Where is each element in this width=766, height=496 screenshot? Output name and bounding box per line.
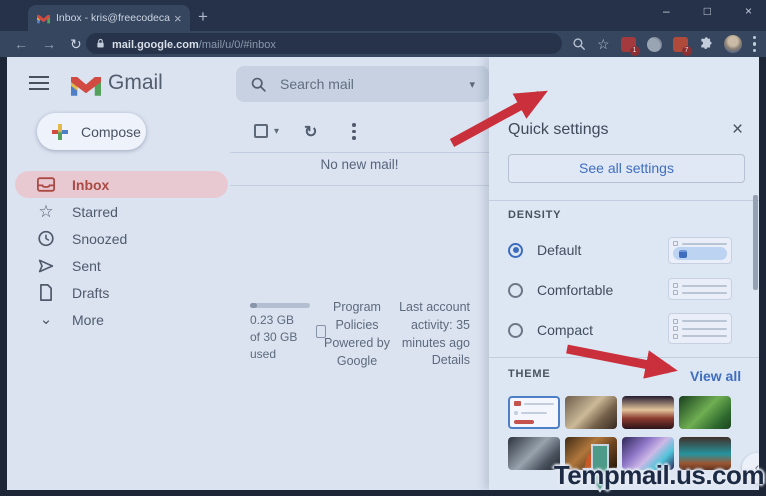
sidebar-item-inbox[interactable]: Inbox bbox=[15, 171, 228, 198]
sidebar-item-more[interactable]: ⌄ More bbox=[15, 306, 228, 333]
maximize-button[interactable]: □ bbox=[704, 4, 711, 18]
compose-button[interactable]: Compose bbox=[37, 113, 146, 150]
gmail-favicon bbox=[37, 13, 50, 24]
browser-menu-icon[interactable] bbox=[753, 36, 757, 53]
extension-icon-3[interactable]: 7 bbox=[673, 37, 688, 52]
refresh-icon[interactable]: ↻ bbox=[304, 122, 317, 142]
density-section-label: DENSITY bbox=[508, 209, 561, 221]
gmail-logo-icon bbox=[71, 73, 101, 96]
back-button[interactable]: ← bbox=[14, 36, 28, 52]
divider bbox=[230, 152, 489, 153]
compose-label: Compose bbox=[81, 124, 141, 140]
minimize-button[interactable]: – bbox=[663, 4, 670, 18]
sidebar-item-sent[interactable]: Sent bbox=[15, 252, 228, 279]
compose-plus-icon bbox=[52, 124, 68, 140]
chevron-down-icon: ⌄ bbox=[37, 315, 55, 325]
program-policies-links[interactable]: Program Policies Powered by Google bbox=[313, 298, 401, 370]
url-path: /mail/u/0/#inbox bbox=[199, 39, 276, 51]
divider bbox=[489, 200, 759, 201]
sidebar-item-drafts[interactable]: Drafts bbox=[15, 279, 228, 306]
gmail-page: Gmail Search mail ▾ ? Google bbox=[7, 57, 759, 490]
radio-default[interactable] bbox=[508, 243, 523, 258]
tab-title: Inbox - kris@freecodecamp.org - fre bbox=[56, 12, 170, 24]
radio-compact[interactable] bbox=[508, 323, 523, 338]
extension-badge: 1 bbox=[630, 46, 640, 56]
tab-close-icon[interactable]: × bbox=[174, 11, 182, 26]
star-icon: ☆ bbox=[37, 202, 55, 222]
select-caret-icon[interactable]: ▾ bbox=[274, 126, 279, 137]
extension-icon-2[interactable] bbox=[647, 37, 662, 52]
activity-details-link[interactable]: Details bbox=[392, 353, 470, 367]
theme-thumb-sunset[interactable] bbox=[622, 396, 674, 429]
theme-thumb-chess[interactable] bbox=[565, 396, 617, 429]
divider bbox=[230, 185, 489, 186]
view-all-themes-link[interactable]: View all bbox=[690, 368, 741, 384]
theme-thumb-pebbles[interactable] bbox=[508, 437, 560, 470]
gmail-wordmark: Gmail bbox=[108, 71, 163, 95]
search-icon bbox=[250, 76, 267, 93]
forward-button[interactable]: → bbox=[42, 36, 56, 52]
density-preview-default bbox=[668, 237, 732, 264]
density-preview-compact bbox=[668, 313, 732, 344]
browser-window: Inbox - kris@freecodecamp.org - fre × + … bbox=[0, 0, 766, 496]
last-account-activity-text: Last account activity: 35 minutes ago bbox=[392, 298, 470, 352]
sidebar-item-starred[interactable]: ☆ Starred bbox=[15, 198, 228, 225]
clock-icon bbox=[37, 230, 55, 247]
url-host: mail.google.com bbox=[112, 39, 199, 51]
density-option-default[interactable]: Default bbox=[508, 238, 668, 262]
theme-section-label: THEME bbox=[508, 368, 551, 380]
density-option-compact[interactable]: Compact bbox=[508, 318, 668, 342]
panel-scrollbar[interactable] bbox=[753, 195, 758, 290]
extensions-puzzle-icon[interactable] bbox=[699, 37, 713, 51]
density-option-comfortable[interactable]: Comfortable bbox=[508, 278, 668, 302]
theme-thumb-default[interactable] bbox=[508, 396, 560, 429]
lock-icon bbox=[96, 38, 105, 49]
theme-thumb-leaf[interactable] bbox=[679, 396, 731, 429]
storage-usage-text: 0.23 GB of 30 GB used bbox=[250, 312, 297, 363]
bookmark-star-icon[interactable]: ☆ bbox=[597, 36, 610, 53]
new-tab-button[interactable]: + bbox=[198, 7, 208, 27]
tab-strip: Inbox - kris@freecodecamp.org - fre × + … bbox=[0, 0, 766, 31]
storage-progress-bar bbox=[250, 303, 310, 308]
density-preview-comfortable bbox=[668, 278, 732, 300]
mail-toolbar: ▾ ↻ bbox=[230, 117, 489, 151]
select-all-checkbox[interactable] bbox=[254, 124, 268, 138]
browser-profile-avatar[interactable] bbox=[724, 35, 742, 53]
inbox-icon bbox=[37, 177, 55, 192]
extension-badge: 7 bbox=[682, 46, 692, 56]
see-all-settings-button[interactable]: See all settings bbox=[508, 154, 745, 183]
search-options-icon[interactable]: ▾ bbox=[469, 78, 475, 91]
sidebar-item-snoozed[interactable]: Snoozed bbox=[15, 225, 228, 252]
divider bbox=[489, 357, 759, 358]
radio-comfortable[interactable] bbox=[508, 283, 523, 298]
panel-title: Quick settings bbox=[508, 121, 608, 139]
quick-settings-panel: Quick settings × See all settings DENSIT… bbox=[489, 57, 759, 490]
search-placeholder: Search mail bbox=[280, 76, 456, 92]
watermark-text: Tempmail.us.com bbox=[554, 460, 764, 491]
draft-icon bbox=[37, 284, 55, 301]
browser-toolbar: ← → ↻ mail.google.com/mail/u/0/#inbox ☆ … bbox=[0, 31, 766, 57]
panel-close-icon[interactable]: × bbox=[732, 119, 743, 141]
extension-icon-1[interactable]: 1 bbox=[621, 37, 636, 52]
window-close-button[interactable]: × bbox=[745, 4, 752, 18]
search-input[interactable]: Search mail ▾ bbox=[236, 66, 489, 102]
address-bar[interactable]: mail.google.com/mail/u/0/#inbox bbox=[86, 33, 562, 54]
main-menu-icon[interactable] bbox=[29, 76, 49, 90]
more-options-icon[interactable] bbox=[352, 123, 356, 140]
reload-button[interactable]: ↻ bbox=[70, 36, 82, 53]
send-icon bbox=[37, 258, 55, 274]
zoom-icon[interactable] bbox=[572, 37, 586, 51]
empty-inbox-message: No new mail! bbox=[230, 157, 489, 172]
browser-tab[interactable]: Inbox - kris@freecodecamp.org - fre × bbox=[28, 5, 190, 31]
